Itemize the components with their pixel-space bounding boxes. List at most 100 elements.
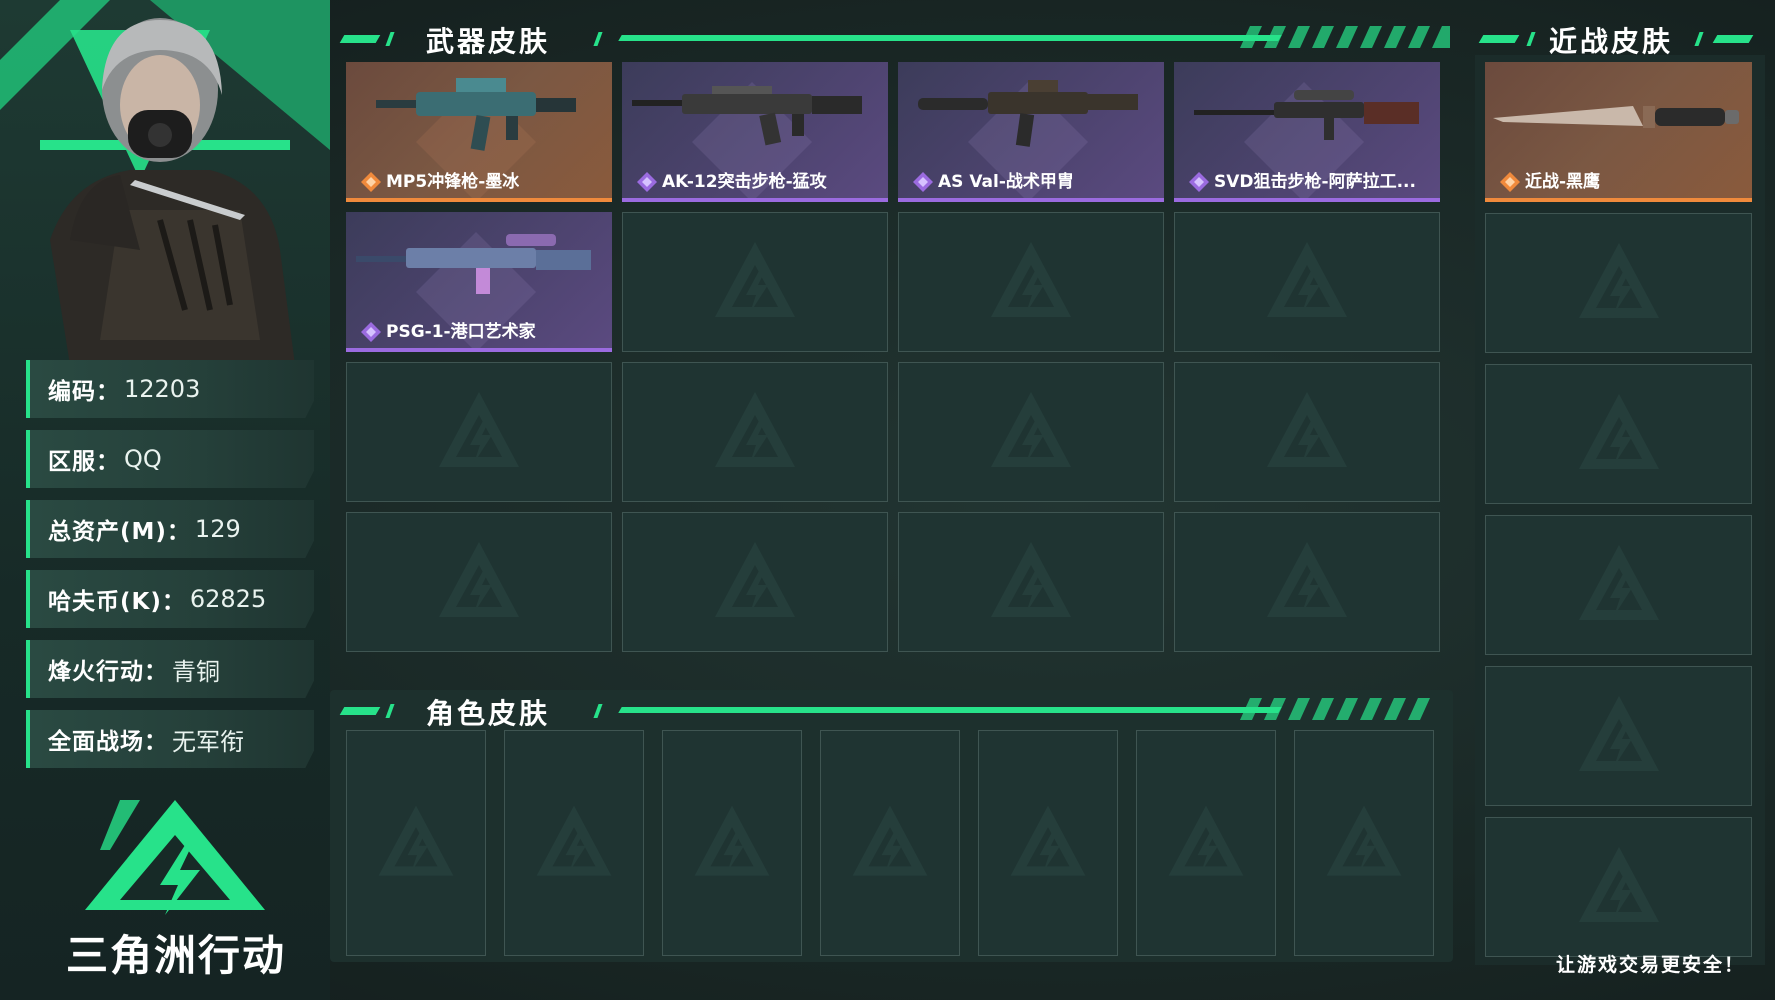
empty-melee-slot — [1485, 515, 1752, 655]
weapon-skin-card[interactable]: AK-12突击步枪-猛攻 — [622, 62, 888, 202]
placeholder-logo-icon — [439, 392, 519, 467]
header-slash — [593, 32, 603, 46]
character-skin-panel: 角色皮肤 — [330, 690, 1453, 962]
info-value: 62825 — [189, 585, 267, 613]
info-value: 129 — [194, 515, 241, 543]
melee-skin-card[interactable]: 近战-黑鹰 — [1485, 62, 1752, 202]
empty-character-slot — [978, 730, 1118, 956]
operator-portrait — [40, 18, 295, 365]
rarity-underline — [898, 198, 1164, 202]
info-row-currency: 哈夫币(K)： 62825 — [26, 570, 314, 628]
placeholder-logo-icon — [1578, 696, 1659, 771]
knife-icon — [1493, 106, 1739, 128]
weapon-skin-card[interactable]: MP5冲锋枪-墨冰 — [346, 62, 612, 202]
rifle-icon — [632, 86, 862, 146]
placeholder-logo-icon — [1010, 805, 1086, 876]
placeholder-logo-icon — [1578, 847, 1659, 922]
smg-icon — [376, 78, 576, 151]
empty-skin-slot — [898, 512, 1164, 652]
info-key: 全面战场： — [48, 729, 168, 755]
weapon-skin-grid: MP5冲锋枪-墨冰 AK-12突击步枪-猛攻 AS Val-战术甲胄 SVD狙击… — [346, 62, 1442, 656]
info-value: 12203 — [124, 375, 201, 403]
empty-skin-slot — [346, 362, 612, 502]
empty-character-slot — [504, 730, 644, 956]
rarity-gem-icon — [637, 172, 657, 192]
placeholder-logo-icon — [715, 392, 795, 467]
placeholder-logo-icon — [378, 805, 454, 876]
placeholder-logo-icon — [715, 542, 795, 617]
header-stripes — [1240, 26, 1450, 48]
weapon-section-title: 武器皮肤 — [426, 25, 551, 58]
weapon-skin-name: AK-12突击步枪-猛攻 — [662, 172, 827, 192]
empty-skin-slot — [346, 512, 612, 652]
character-section-title: 角色皮肤 — [426, 697, 551, 730]
melee-section-header: 近战皮肤 — [1475, 18, 1765, 58]
placeholder-logo-icon — [1578, 545, 1659, 620]
melee-skin-column: 近战-黑鹰 — [1475, 55, 1765, 965]
rarity-gem-icon — [1500, 172, 1520, 192]
melee-skin-name: 近战-黑鹰 — [1525, 172, 1601, 192]
header-bar — [1478, 35, 1520, 43]
empty-skin-slot — [622, 512, 888, 652]
empty-melee-slot — [1485, 364, 1752, 504]
account-info-list: 编码： 12203 区服： QQ 总资产(M)： 129 哈夫币(K)： 628… — [26, 360, 314, 780]
placeholder-logo-icon — [1267, 242, 1347, 317]
header-bar — [618, 35, 1282, 41]
info-value: QQ — [124, 445, 162, 473]
empty-melee-slot — [1485, 213, 1752, 353]
placeholder-logo-icon — [1267, 392, 1347, 467]
weapon-skin-card[interactable]: AS Val-战术甲胄 — [898, 62, 1164, 202]
placeholder-logo-icon — [991, 242, 1071, 317]
placeholder-logo-icon — [991, 392, 1071, 467]
weapon-skin-card[interactable]: SVD狙击步枪-阿萨拉工... — [1174, 62, 1440, 202]
rarity-underline — [622, 198, 888, 202]
game-logo-text: 三角洲行动 — [66, 931, 287, 980]
header-bar — [339, 35, 381, 43]
rarity-gem-icon — [361, 172, 381, 192]
rarity-underline — [346, 348, 612, 352]
info-row-server: 区服： QQ — [26, 430, 314, 488]
empty-skin-slot — [1174, 512, 1440, 652]
placeholder-logo-icon — [439, 542, 519, 617]
header-stripes — [1240, 698, 1430, 720]
profile-panel: 编码： 12203 区服： QQ 总资产(M)： 129 哈夫币(K)： 628… — [0, 0, 330, 1000]
weapon-skin-card[interactable]: PSG-1-港口艺术家 — [346, 212, 612, 352]
rarity-underline — [1485, 198, 1752, 202]
character-section-header: 角色皮肤 — [339, 690, 1450, 730]
footer-slogan: 让游戏交易更安全！ — [1555, 954, 1745, 976]
header-slash — [385, 704, 395, 718]
placeholder-logo-icon — [1578, 394, 1659, 469]
empty-skin-slot — [622, 212, 888, 352]
header-bar — [339, 707, 381, 715]
header-bar — [618, 707, 1282, 713]
empty-skin-slot — [1174, 362, 1440, 502]
placeholder-logo-icon — [1168, 805, 1244, 876]
placeholder-logo-icon — [715, 242, 795, 317]
empty-character-slot — [662, 730, 802, 956]
melee-section-title: 近战皮肤 — [1549, 25, 1674, 58]
info-value: 青铜 — [172, 657, 220, 686]
header-bar — [1712, 35, 1754, 43]
weapon-skin-name: SVD狙击步枪-阿萨拉工... — [1214, 172, 1416, 192]
empty-melee-slot — [1485, 666, 1752, 806]
sniper-icon — [1194, 90, 1419, 140]
weapon-skin-name: MP5冲锋枪-墨冰 — [386, 172, 520, 192]
rarity-gem-icon — [1189, 172, 1209, 192]
empty-skin-slot — [898, 362, 1164, 502]
placeholder-logo-icon — [536, 805, 612, 876]
weapon-section-header: 武器皮肤 — [339, 18, 1450, 58]
empty-character-slot — [820, 730, 960, 956]
info-key: 区服： — [48, 449, 120, 475]
info-row-id: 编码： 12203 — [26, 360, 314, 418]
header-slash — [1694, 32, 1704, 46]
placeholder-logo-icon — [852, 805, 928, 876]
empty-skin-slot — [898, 212, 1164, 352]
info-key: 编码： — [48, 379, 120, 405]
empty-character-slot — [346, 730, 486, 956]
empty-character-slot — [1294, 730, 1434, 956]
rarity-underline — [1174, 198, 1440, 202]
info-key: 烽火行动： — [48, 659, 168, 685]
weapon-skin-name: AS Val-战术甲胄 — [938, 172, 1074, 192]
info-row-total-assets: 总资产(M)： 129 — [26, 500, 314, 558]
info-key: 哈夫币(K)： — [48, 589, 186, 615]
